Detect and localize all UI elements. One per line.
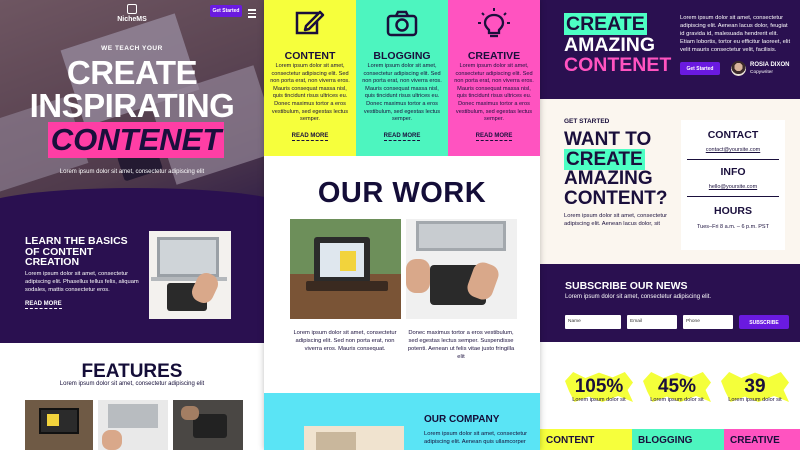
info-label: INFO <box>720 166 746 178</box>
feature-photo-3 <box>173 400 243 450</box>
want-heading: WANT TO CREATE AMAZING CONTENT? <box>564 130 667 208</box>
get-started-label: GET STARTED <box>564 118 610 125</box>
card-content-title: CONTENT <box>284 50 336 62</box>
edit-icon <box>295 10 325 35</box>
create-line1: CREATE <box>564 13 647 35</box>
right-page-preview: CREATE AMAZING CONTENET Lorem ipsum dolo… <box>540 0 800 450</box>
create-line3: CONTENET <box>564 54 672 76</box>
our-work-title: OUR WORK <box>317 177 487 209</box>
hero-title-line2: INSPIRATING <box>29 87 235 124</box>
want-line4: CONTENT? <box>564 187 668 209</box>
stat-label-2: Lorem ipsum dolor sit <box>650 397 704 403</box>
create-amazing-heading: CREATE AMAZING CONTENET <box>564 13 672 76</box>
card-blogging: BLOGGING Lorem ipsum dolor sit amet, con… <box>356 0 448 156</box>
laptop-tablet-photo <box>149 231 231 319</box>
card-blogging-read-more[interactable]: READ MORE <box>383 133 421 141</box>
our-work-left-text: Lorem ipsum dolor sit amet, consectetur … <box>293 330 397 352</box>
contact-email-link[interactable]: contact@yoursite.com <box>681 147 785 153</box>
middle-page-preview: CONTENT Lorem ipsum dolor sit amet, cons… <box>264 0 540 450</box>
info-email-link[interactable]: hello@yoursite.com <box>681 184 785 190</box>
feature-photo-2 <box>98 400 168 450</box>
newsletter-subtitle: Lorem ipsum dolor sit amet, consectetur … <box>565 294 712 300</box>
divider <box>687 159 779 160</box>
company-title: OUR COMPANY <box>424 414 500 425</box>
want-line1: WANT TO <box>564 129 652 150</box>
feature-photo-1 <box>25 400 93 450</box>
email-field[interactable]: Email <box>627 315 677 329</box>
hours-label: HOURS <box>714 205 752 217</box>
work-photo-tablet <box>290 219 401 319</box>
want-line3: AMAZING <box>564 168 653 189</box>
person-name: ROSIA DIXON <box>750 62 790 68</box>
create-line2: AMAZING <box>564 33 655 56</box>
hours-value: Tues–Fri 8 a.m. – 6 p.m. PST <box>697 224 769 230</box>
card-creative-title: CREATIVE <box>467 50 521 62</box>
newsletter-title: SUBSCRIBE OUR NEWS <box>565 280 688 292</box>
learn-title: LEARN THE BASICS OF CONTENT CREATION <box>25 235 128 268</box>
hero-title-line3: CONTENET <box>50 122 222 157</box>
intro-paragraph: Lorem ipsum dolor sit amet, consectetur … <box>680 15 791 53</box>
card-creative: CREATIVE Lorem ipsum dolor sit amet, con… <box>448 0 540 156</box>
learn-body: Lorem ipsum dolor sit amet, consectetur … <box>25 271 139 293</box>
hero-title-line1: CREATE <box>66 54 198 91</box>
card-content: CONTENT Lorem ipsum dolor sit amet, cons… <box>264 0 356 156</box>
features-title: FEATURES <box>81 361 183 382</box>
stat-label-3: Lorem ipsum dolor sit <box>728 397 782 403</box>
card-content-read-more[interactable]: READ MORE <box>291 133 329 141</box>
get-started-button[interactable]: Get Started <box>210 5 242 17</box>
stat-value-3: 39 <box>744 376 766 397</box>
hero-eyebrow: WE TEACH YOUR <box>101 45 163 52</box>
newsletter-section <box>540 264 800 342</box>
subscribe-button[interactable]: SUBSCRIBE <box>739 315 789 329</box>
contact-card: CONTACT contact@yoursite.com INFO hello@… <box>681 120 785 250</box>
company-text: Lorem ipsum dolor sit amet, consectetur … <box>424 431 528 445</box>
want-line2: CREATE <box>564 148 645 170</box>
stat-value-1: 105% <box>574 376 624 397</box>
learn-read-more-link[interactable]: READ MORE <box>25 301 62 309</box>
tab-blogging[interactable]: BLOGGING <box>632 429 724 450</box>
card-content-text: Lorem ipsum dolor sit amet, consectetur … <box>270 63 350 123</box>
camera-icon <box>386 10 418 37</box>
want-subtitle: Lorem ipsum dolor sit amet, consectetur … <box>564 213 668 227</box>
stat-label-1: Lorem ipsum dolor sit <box>572 397 626 403</box>
tab-content[interactable]: CONTENT <box>540 429 632 450</box>
card-blogging-title: BLOGGING <box>373 50 431 62</box>
person-role: Copywriter <box>750 70 773 75</box>
intro-get-started-button[interactable]: Get Started <box>680 62 720 75</box>
hero-subtitle: Lorem ipsum dolor sit amet, consectetur … <box>59 169 205 175</box>
our-work-right-text: Donec maximus tortor a eros vestibulum, … <box>407 330 515 360</box>
company-photo <box>304 426 404 450</box>
phone-field[interactable]: Phone <box>683 315 733 329</box>
left-page-preview: NicheMS Get Started WE TEACH YOUR CREATE… <box>0 0 264 450</box>
brand-name: NicheMS <box>117 16 147 23</box>
hamburger-menu-icon[interactable] <box>248 9 256 20</box>
tab-creative[interactable]: CREATIVE <box>724 429 800 450</box>
contact-label: CONTACT <box>707 129 759 141</box>
features-subtitle: Lorem ipsum dolor sit amet, consectetur … <box>59 381 205 387</box>
card-creative-text: Lorem ipsum dolor sit amet, consectetur … <box>454 63 534 123</box>
name-field[interactable]: Name <box>565 315 621 329</box>
lightbulb-icon <box>478 8 510 38</box>
logo-icon <box>127 4 137 14</box>
stat-value-2: 45% <box>657 376 697 397</box>
card-blogging-text: Lorem ipsum dolor sit amet, consectetur … <box>362 63 442 123</box>
work-photo-drawing-tablet <box>406 219 517 319</box>
divider <box>687 196 779 197</box>
card-creative-read-more[interactable]: READ MORE <box>475 133 513 141</box>
avatar <box>731 61 746 76</box>
